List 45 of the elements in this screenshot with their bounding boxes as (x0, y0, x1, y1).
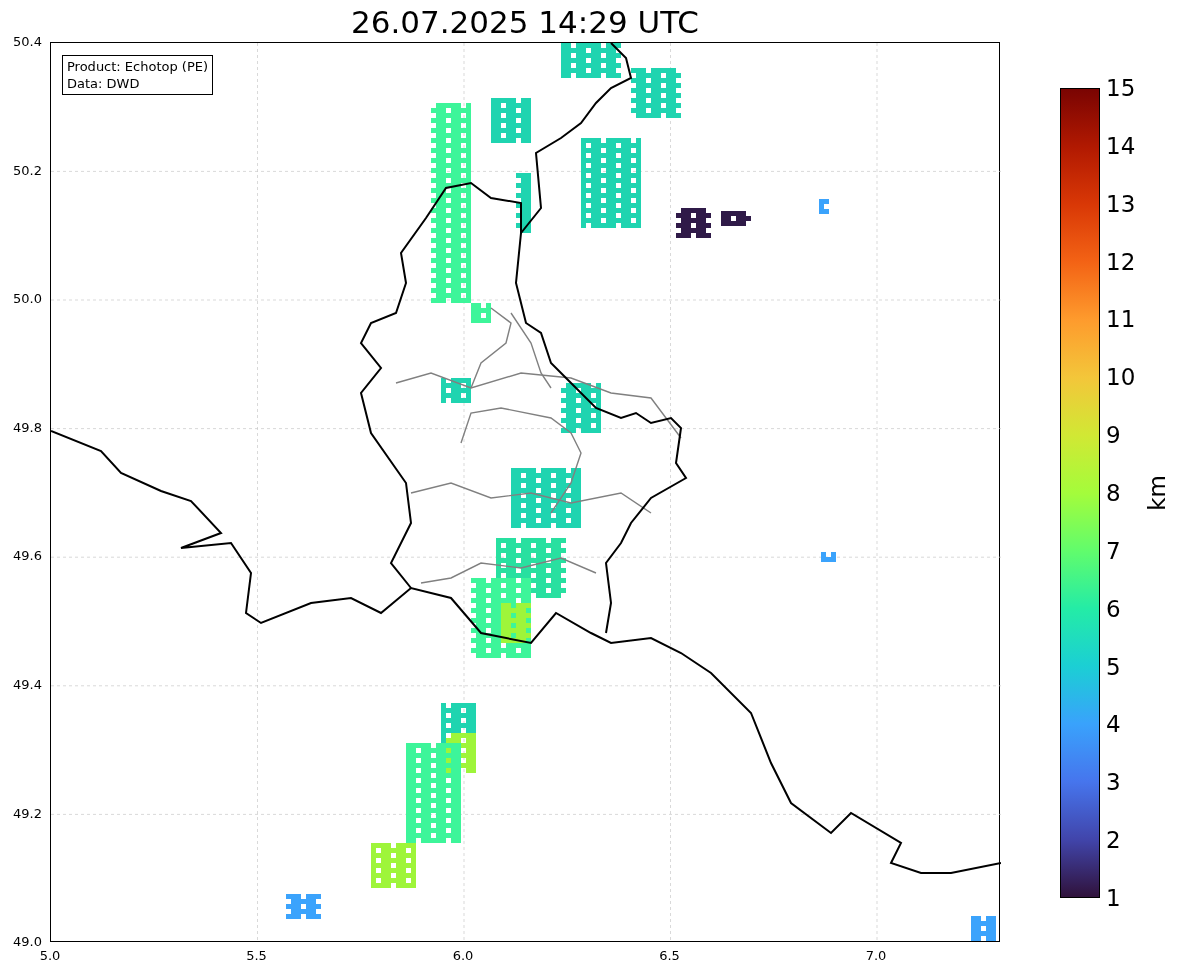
x-tick-label: 6.0 (452, 948, 474, 964)
colorbar-tick-label: 11 (1106, 305, 1136, 334)
colorbar-tick-label: 7 (1106, 536, 1121, 565)
radar-echo (516, 173, 531, 233)
colorbar-tick-label: 2 (1106, 826, 1121, 855)
colorbar-label: km (1143, 475, 1171, 511)
x-tick-label: 6.5 (659, 948, 680, 964)
radar-echo (491, 98, 531, 143)
radar-echo (511, 468, 581, 528)
radar-echo (676, 208, 711, 238)
colorbar-tick-label: 6 (1106, 594, 1121, 623)
radar-echo (819, 199, 829, 214)
colorbar-tick-label: 15 (1106, 74, 1136, 102)
chart-title: 26.07.2025 14:29 UTC (351, 3, 699, 42)
radar-echo (441, 378, 471, 403)
colorbar-tick-label: 4 (1106, 710, 1121, 739)
y-tick-label: 49.6 (13, 548, 42, 565)
colorbar-tick-label: 14 (1106, 131, 1136, 160)
x-tick-label: 5.5 (246, 948, 267, 964)
colorbar-tick-label: 12 (1106, 247, 1136, 276)
y-tick-label: 49.8 (13, 419, 42, 436)
radar-echo (286, 894, 321, 919)
radar-echo (721, 211, 751, 226)
colorbar-tick-label: 3 (1106, 768, 1121, 797)
y-tick-label: 50.0 (13, 291, 42, 308)
x-tick-label: 5.0 (39, 948, 61, 964)
radar-echo (971, 916, 996, 941)
colorbar-tick-label: 10 (1106, 363, 1136, 392)
colorbar-tick-label: 1 (1106, 884, 1121, 912)
radar-echo (631, 68, 681, 118)
radar-echo (561, 383, 601, 433)
y-tick-label: 49.2 (13, 805, 42, 822)
radar-echo (821, 552, 836, 562)
x-tick-label: 7.0 (865, 948, 887, 964)
y-tick-label: 49.0 (13, 934, 42, 951)
y-tick-label: 50.4 (13, 34, 42, 50)
y-tick-label: 50.2 (13, 162, 42, 179)
y-tick-label: 49.4 (13, 677, 42, 693)
colorbar-tick-label: 5 (1106, 652, 1121, 681)
colorbar-tick-label: 8 (1106, 479, 1121, 507)
legend-text: Product: Echotop (PE) (67, 58, 209, 75)
colorbar-tick-label: 9 (1106, 421, 1121, 450)
colorbar-tick-label: 13 (1106, 189, 1136, 218)
radar-echo (561, 43, 621, 78)
legend-text: Data: DWD (67, 75, 141, 92)
